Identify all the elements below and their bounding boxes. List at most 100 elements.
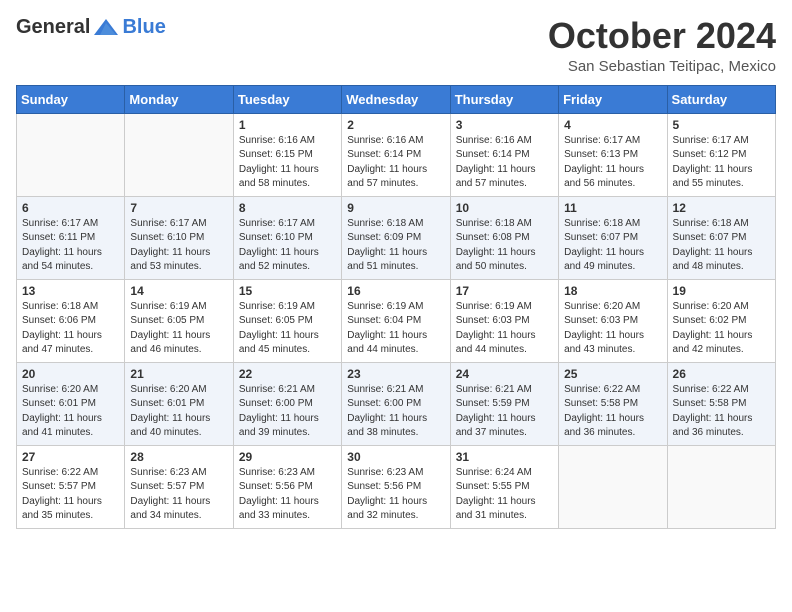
day-number: 17 — [456, 284, 553, 298]
day-info: Sunrise: 6:23 AM Sunset: 5:56 PM Dayligh… — [347, 466, 444, 524]
logo-blue: Blue — [122, 16, 165, 39]
calendar-cell: 1Sunrise: 6:16 AM Sunset: 6:15 PM Daylig… — [233, 113, 341, 196]
calendar-cell: 21 Sunrise: 6:20 AM Sunset: 6:01 PM Dayli… — [125, 362, 233, 445]
header-thursday: Thursday — [450, 85, 558, 113]
day-info: Sunrise: 6:23 AM Sunset: 5:56 PM Dayligh… — [239, 466, 336, 524]
calendar-cell: 20Sunrise: 6:20 AM Sunset: 6:01 PM Dayli… — [17, 362, 125, 445]
calendar-cell: 10Sunrise: 6:18 AM Sunset: 6:08 PM Dayli… — [450, 196, 558, 279]
calendar-cell: 28 Sunrise: 6:23 AM Sunset: 5:57 PM Dayli… — [125, 445, 233, 528]
calendar-cell: 13 Sunrise: 6:18 AM Sunset: 6:06 PM Dayli… — [17, 279, 125, 362]
calendar-table: Sunday Monday Tuesday Wednesday Thursday… — [16, 85, 776, 529]
calendar-cell: 8 Sunrise: 6:17 AM Sunset: 6:10 PM Daylig… — [233, 196, 341, 279]
header-wednesday: Wednesday — [342, 85, 450, 113]
calendar-cell — [17, 113, 125, 196]
day-number: 2 — [347, 118, 444, 132]
calendar-cell: 17Sunrise: 6:19 AM Sunset: 6:03 PM Dayli… — [450, 279, 558, 362]
day-info: Sunrise: 6:18 AM Sunset: 6:07 PM Dayligh… — [564, 217, 661, 275]
logo: General Blue — [16, 16, 166, 39]
day-number: 11 — [564, 201, 661, 215]
calendar-cell: 16 Sunrise: 6:19 AM Sunset: 6:04 PM Dayli… — [342, 279, 450, 362]
day-info: Sunrise: 6:18 AM Sunset: 6:08 PM Dayligh… — [456, 217, 553, 275]
day-number: 28 — [130, 450, 227, 464]
calendar-cell: 19Sunrise: 6:20 AM Sunset: 6:02 PM Dayli… — [667, 279, 775, 362]
day-info: Sunrise: 6:22 AM Sunset: 5:57 PM Dayligh… — [22, 466, 119, 524]
day-info: Sunrise: 6:16 AM Sunset: 6:14 PM Dayligh… — [347, 134, 444, 192]
calendar-week-row: 13 Sunrise: 6:18 AM Sunset: 6:06 PM Dayli… — [17, 279, 776, 362]
day-number: 27 — [22, 450, 119, 464]
header-friday: Friday — [559, 85, 667, 113]
page-container: General Blue October 2024 San Sebastian … — [0, 0, 792, 537]
calendar-cell — [125, 113, 233, 196]
calendar-week-row: 27 Sunrise: 6:22 AM Sunset: 5:57 PM Dayli… — [17, 445, 776, 528]
day-info: Sunrise: 6:17 AM Sunset: 6:12 PM Dayligh… — [673, 134, 770, 192]
day-info: Sunrise: 6:24 AM Sunset: 5:55 PM Dayligh… — [456, 466, 553, 524]
logo-text: General Blue — [16, 16, 166, 39]
day-number: 23 — [347, 367, 444, 381]
day-info: Sunrise: 6:17 AM Sunset: 6:10 PM Dayligh… — [239, 217, 336, 275]
calendar-cell: 30Sunrise: 6:23 AM Sunset: 5:56 PM Dayli… — [342, 445, 450, 528]
calendar-cell: 29 Sunrise: 6:23 AM Sunset: 5:56 PM Dayli… — [233, 445, 341, 528]
month-title: October 2024 — [548, 16, 776, 56]
calendar-cell: 7Sunrise: 6:17 AM Sunset: 6:10 PM Daylig… — [125, 196, 233, 279]
day-number: 15 — [239, 284, 336, 298]
day-number: 19 — [673, 284, 770, 298]
day-number: 1 — [239, 118, 336, 132]
calendar-cell — [667, 445, 775, 528]
calendar-header-row: Sunday Monday Tuesday Wednesday Thursday… — [17, 85, 776, 113]
day-info: Sunrise: 6:16 AM Sunset: 6:14 PM Dayligh… — [456, 134, 553, 192]
day-info: Sunrise: 6:19 AM Sunset: 6:05 PM Dayligh… — [239, 300, 336, 358]
title-section: October 2024 San Sebastian Teitipac, Mex… — [548, 16, 776, 75]
header-sunday: Sunday — [17, 85, 125, 113]
day-info: Sunrise: 6:18 AM Sunset: 6:09 PM Dayligh… — [347, 217, 444, 275]
calendar-cell: 31 Sunrise: 6:24 AM Sunset: 5:55 PM Dayli… — [450, 445, 558, 528]
calendar-cell: 2 Sunrise: 6:16 AM Sunset: 6:14 PM Daylig… — [342, 113, 450, 196]
day-number: 6 — [22, 201, 119, 215]
day-number: 16 — [347, 284, 444, 298]
calendar-cell: 14Sunrise: 6:19 AM Sunset: 6:05 PM Dayli… — [125, 279, 233, 362]
day-number: 26 — [673, 367, 770, 381]
day-info: Sunrise: 6:23 AM Sunset: 5:57 PM Dayligh… — [130, 466, 227, 524]
day-info: Sunrise: 6:20 AM Sunset: 6:01 PM Dayligh… — [130, 383, 227, 441]
day-info: Sunrise: 6:17 AM Sunset: 6:13 PM Dayligh… — [564, 134, 661, 192]
day-number: 21 — [130, 367, 227, 381]
calendar-week-row: 1Sunrise: 6:16 AM Sunset: 6:15 PM Daylig… — [17, 113, 776, 196]
calendar-cell: 6 Sunrise: 6:17 AM Sunset: 6:11 PM Daylig… — [17, 196, 125, 279]
day-number: 8 — [239, 201, 336, 215]
day-info: Sunrise: 6:19 AM Sunset: 6:04 PM Dayligh… — [347, 300, 444, 358]
day-number: 29 — [239, 450, 336, 464]
day-info: Sunrise: 6:19 AM Sunset: 6:05 PM Dayligh… — [130, 300, 227, 358]
calendar-cell: 25 Sunrise: 6:22 AM Sunset: 5:58 PM Dayli… — [559, 362, 667, 445]
logo-icon — [92, 17, 120, 39]
day-number: 31 — [456, 450, 553, 464]
calendar-cell: 22Sunrise: 6:21 AM Sunset: 6:00 PM Dayli… — [233, 362, 341, 445]
header-saturday: Saturday — [667, 85, 775, 113]
day-info: Sunrise: 6:18 AM Sunset: 6:06 PM Dayligh… — [22, 300, 119, 358]
calendar-cell: 3 Sunrise: 6:16 AM Sunset: 6:14 PM Daylig… — [450, 113, 558, 196]
day-info: Sunrise: 6:20 AM Sunset: 6:01 PM Dayligh… — [22, 383, 119, 441]
calendar-cell: 9 Sunrise: 6:18 AM Sunset: 6:09 PM Daylig… — [342, 196, 450, 279]
calendar-cell: 12Sunrise: 6:18 AM Sunset: 6:07 PM Dayli… — [667, 196, 775, 279]
day-info: Sunrise: 6:17 AM Sunset: 6:11 PM Dayligh… — [22, 217, 119, 275]
calendar-week-row: 6 Sunrise: 6:17 AM Sunset: 6:11 PM Daylig… — [17, 196, 776, 279]
calendar-week-row: 20Sunrise: 6:20 AM Sunset: 6:01 PM Dayli… — [17, 362, 776, 445]
header-tuesday: Tuesday — [233, 85, 341, 113]
day-info: Sunrise: 6:22 AM Sunset: 5:58 PM Dayligh… — [564, 383, 661, 441]
day-number: 24 — [456, 367, 553, 381]
calendar-cell: 4 Sunrise: 6:17 AM Sunset: 6:13 PM Daylig… — [559, 113, 667, 196]
day-number: 13 — [22, 284, 119, 298]
day-info: Sunrise: 6:22 AM Sunset: 5:58 PM Dayligh… — [673, 383, 770, 441]
calendar-cell: 27 Sunrise: 6:22 AM Sunset: 5:57 PM Dayli… — [17, 445, 125, 528]
calendar-cell — [559, 445, 667, 528]
day-info: Sunrise: 6:21 AM Sunset: 6:00 PM Dayligh… — [347, 383, 444, 441]
logo-general: General — [16, 16, 90, 39]
header-monday: Monday — [125, 85, 233, 113]
calendar-cell: 11 Sunrise: 6:18 AM Sunset: 6:07 PM Dayli… — [559, 196, 667, 279]
day-number: 4 — [564, 118, 661, 132]
day-number: 18 — [564, 284, 661, 298]
day-info: Sunrise: 6:17 AM Sunset: 6:10 PM Dayligh… — [130, 217, 227, 275]
day-number: 25 — [564, 367, 661, 381]
day-info: Sunrise: 6:21 AM Sunset: 5:59 PM Dayligh… — [456, 383, 553, 441]
day-number: 9 — [347, 201, 444, 215]
day-number: 3 — [456, 118, 553, 132]
calendar-cell: 23 Sunrise: 6:21 AM Sunset: 6:00 PM Dayli… — [342, 362, 450, 445]
